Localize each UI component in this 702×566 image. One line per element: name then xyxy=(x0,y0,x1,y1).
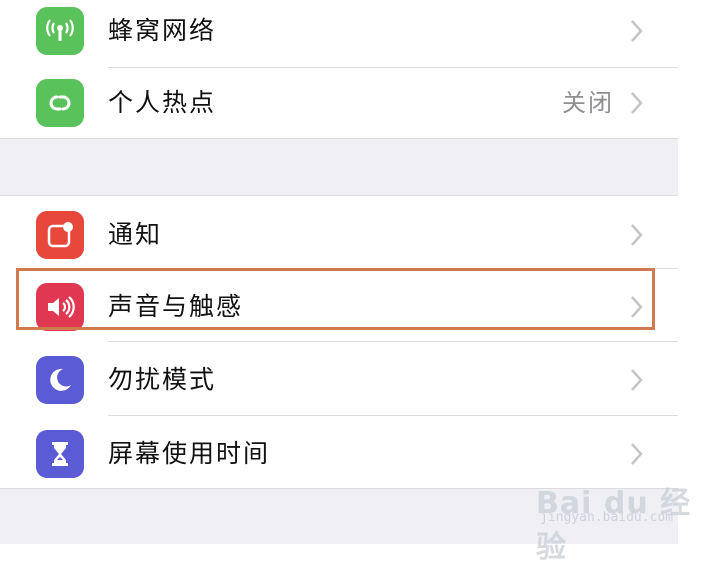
personal-hotspot-label: 个人热点 xyxy=(108,88,217,117)
personal-hotspot-row[interactable]: 个人热点 关闭 xyxy=(0,67,678,139)
row-separator xyxy=(108,415,678,416)
connectivity-group: 蜂窝网络 个人热点 关闭 xyxy=(0,0,678,138)
hourglass-icon xyxy=(36,430,84,478)
notifications-group: 通知 声音与触感 勿扰模式 屏幕使用时间 xyxy=(0,196,678,488)
chevron-right-icon xyxy=(631,92,643,114)
notification-badge-icon xyxy=(36,211,84,259)
antenna-icon xyxy=(36,7,84,55)
chevron-right-icon xyxy=(631,369,643,391)
notifications-label: 通知 xyxy=(108,220,163,249)
chevron-right-icon xyxy=(631,443,643,465)
do-not-disturb-row[interactable]: 勿扰模式 xyxy=(0,344,678,416)
moon-icon xyxy=(36,356,84,404)
cellular-label: 蜂窝网络 xyxy=(108,16,217,45)
section-gap xyxy=(0,138,678,196)
link-chain-icon xyxy=(36,79,84,127)
row-separator xyxy=(108,341,678,342)
screen-time-label: 屏幕使用时间 xyxy=(108,439,271,468)
settings-screen: 蜂窝网络 个人热点 关闭 通知 声音与触感 勿扰模式 屏幕使用时间 Bai du… xyxy=(0,0,702,565)
watermark-url: jingyan.baidu.com xyxy=(540,510,674,525)
chevron-right-icon xyxy=(631,20,643,42)
notifications-row[interactable]: 通知 xyxy=(0,199,678,271)
right-margin xyxy=(678,0,702,544)
do-not-disturb-label: 勿扰模式 xyxy=(108,365,217,394)
cellular-row[interactable]: 蜂窝网络 xyxy=(0,0,678,67)
personal-hotspot-status: 关闭 xyxy=(562,89,614,117)
chevron-right-icon xyxy=(631,224,643,246)
highlight-box xyxy=(16,268,655,330)
